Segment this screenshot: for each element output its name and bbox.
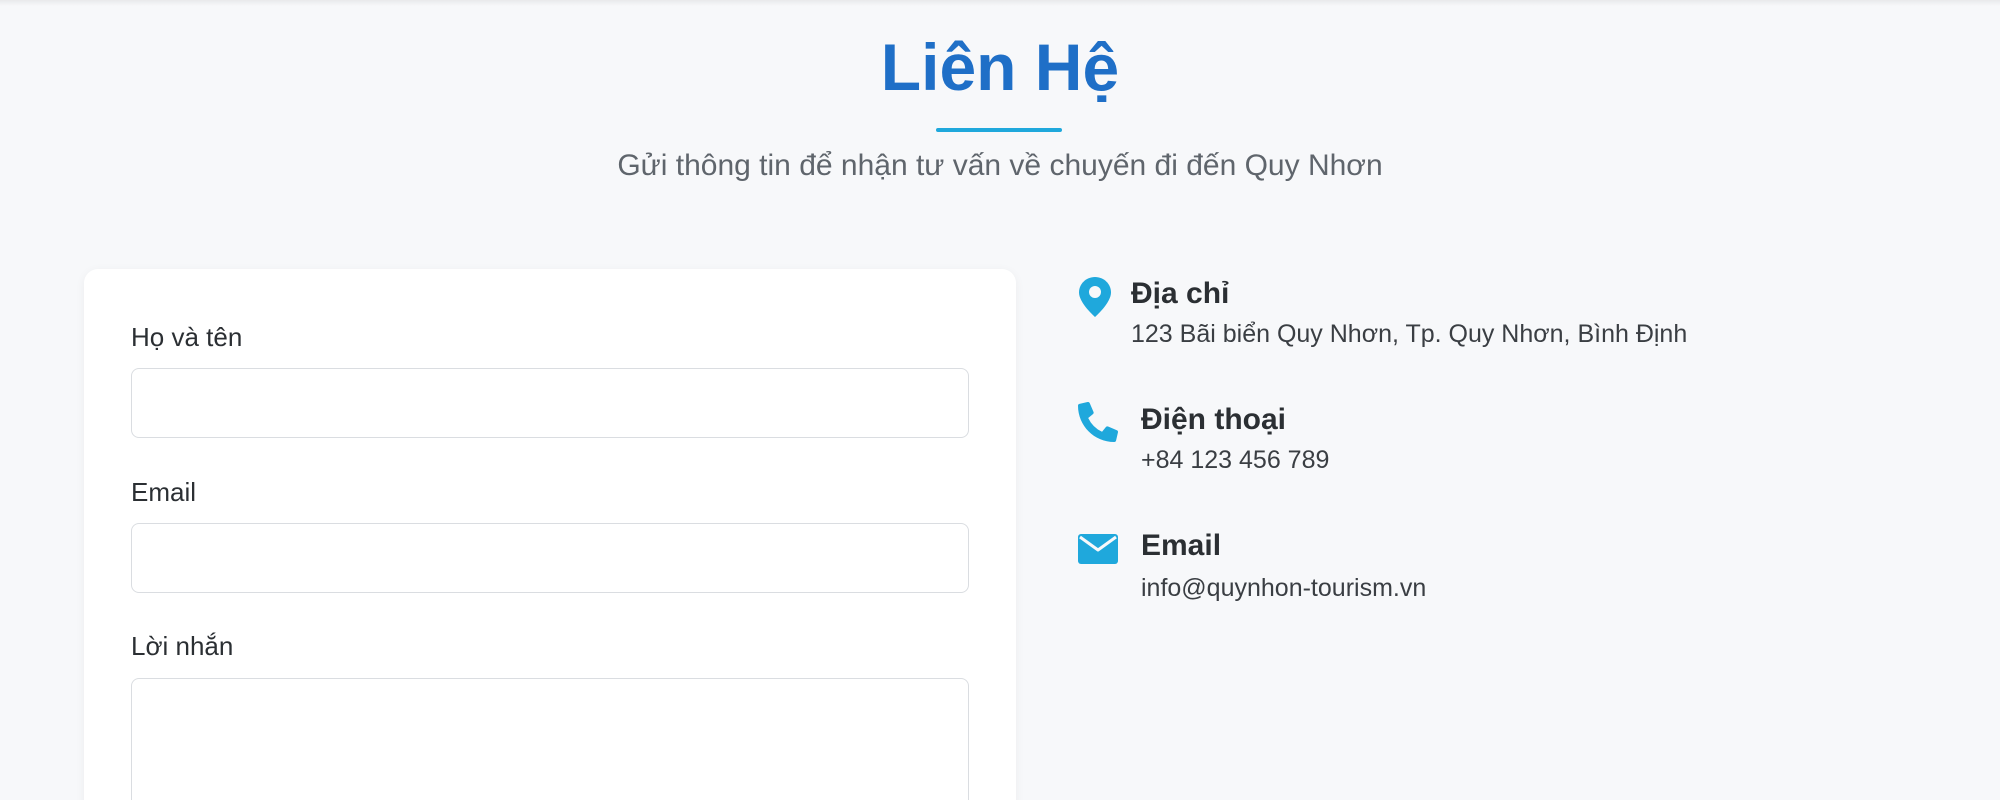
phone-value: +84 123 456 789: [1141, 446, 1330, 474]
email-title: Email: [1141, 529, 1222, 562]
name-input[interactable]: [131, 368, 969, 438]
page-subtitle: Gửi thông tin để nhận tư vấn về chuyến đ…: [617, 149, 1383, 182]
contact-form: Họ và tên Email Lời nhắn: [84, 269, 1016, 800]
email-value: info@quynhon-tourism.vn: [1141, 574, 1427, 602]
address-title: Địa chỉ: [1131, 277, 1230, 310]
map-pin-icon: [1078, 276, 1112, 318]
message-textarea[interactable]: [131, 678, 969, 800]
name-label: Họ và tên: [131, 322, 243, 352]
email-label: Email: [131, 477, 197, 507]
envelope-icon: [1078, 534, 1118, 576]
address-value: 123 Bãi biển Quy Nhơn, Tp. Quy Nhơn, Bìn…: [1131, 320, 1688, 348]
phone-icon: [1078, 402, 1118, 444]
email-input[interactable]: [131, 523, 969, 593]
phone-title: Điện thoại: [1141, 403, 1287, 436]
header-shadow: [0, 0, 2000, 6]
contact-page: Liên Hệ Gửi thông tin để nhận tư vấn về …: [0, 0, 2000, 800]
message-label: Lời nhắn: [131, 631, 234, 661]
page-title: Liên Hệ: [880, 30, 1120, 104]
title-underline: [936, 128, 1062, 132]
